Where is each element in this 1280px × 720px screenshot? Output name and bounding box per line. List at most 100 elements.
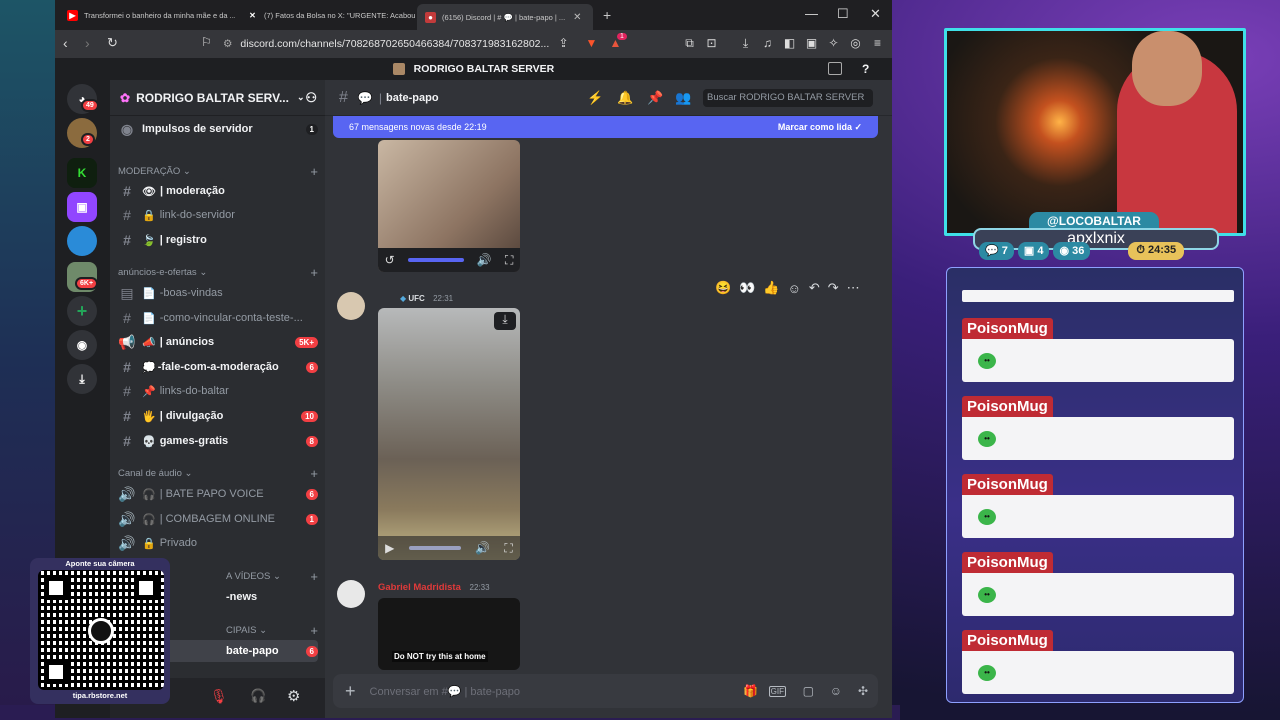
- back-icon[interactable]: ‹: [63, 35, 68, 51]
- progress-bar[interactable]: [408, 546, 461, 550]
- site-info-icon[interactable]: ⚙: [223, 38, 232, 50]
- avatar[interactable]: [337, 292, 365, 320]
- category-moderacao[interactable]: MODERAÇÃO ⌄ +: [118, 164, 318, 179]
- add-attachment-icon[interactable]: +: [345, 681, 356, 702]
- replay-icon[interactable]: ↺: [385, 253, 395, 267]
- sticker-icon[interactable]: ▢: [803, 684, 814, 698]
- boost-item[interactable]: ◉ Impulsos de servidor 1: [118, 118, 318, 140]
- explore-icon[interactable]: ◉: [67, 330, 97, 360]
- close-tab-icon[interactable]: ✕: [573, 12, 581, 23]
- reply-icon[interactable]: ↶: [809, 280, 820, 296]
- download-icon[interactable]: ⤓: [739, 37, 752, 50]
- pin-icon[interactable]: 📌: [647, 90, 663, 106]
- channel-anuncios[interactable]: 📢 📣 | anúncios 5K+: [118, 331, 318, 353]
- channel-fale-com-a-moderacao[interactable]: # 💭 -fale-com-a-moderação 6: [118, 356, 318, 378]
- tab-x[interactable]: ✕ (7) Fatos da Bolsa no X: "URGENTE: Aca…: [239, 4, 415, 26]
- volume-icon[interactable]: 🔊: [475, 541, 490, 555]
- bell-icon[interactable]: 🔔: [617, 90, 633, 106]
- avatar[interactable]: [337, 580, 365, 608]
- channel-boas-vindas[interactable]: ▤ 📄 -boas-vindas: [118, 282, 318, 304]
- bookmark-icon[interactable]: ⚐: [201, 35, 212, 49]
- help-icon[interactable]: ?: [862, 58, 869, 80]
- threads-icon[interactable]: ⚡: [587, 90, 603, 106]
- menu-icon[interactable]: ≡: [871, 37, 884, 50]
- category-principais[interactable]: CIPAIS ⌄ +: [226, 623, 318, 638]
- tab-youtube[interactable]: ▶ Transformei o banheiro da minha mãe e …: [59, 4, 235, 26]
- category-anuncios[interactable]: anúncios-e-ofertas ⌄ +: [118, 265, 318, 280]
- channel-links-do-baltar[interactable]: # 📌 links-do-baltar: [118, 380, 318, 402]
- progress-bar[interactable]: [407, 258, 464, 262]
- reload-icon[interactable]: ↻: [107, 35, 118, 51]
- extensions-icon[interactable]: ⧉: [683, 37, 696, 50]
- brave-shield-icon[interactable]: ▼: [585, 37, 598, 50]
- video-attachment[interactable]: ↺ 🔊 ⛶: [378, 140, 520, 272]
- voice-bate-papo[interactable]: 🔊 🎧 | BATE PAPO VOICE 6: [118, 483, 318, 505]
- reaction-laugh[interactable]: 😆: [715, 280, 731, 296]
- video-attachment[interactable]: ⤓ ▶ 🔊 ⛶: [378, 308, 520, 560]
- sidebar-icon[interactable]: ◧: [783, 37, 796, 50]
- channel-como-vincular[interactable]: # 📄 -como-vincular-conta-teste-...: [118, 307, 318, 329]
- vpn-icon[interactable]: ◎: [849, 37, 862, 50]
- twitch-server-icon[interactable]: ▣: [67, 192, 97, 222]
- reaction-thumbsup[interactable]: 👍: [763, 280, 779, 296]
- video-attachment[interactable]: Do NOT try this at home: [378, 598, 520, 670]
- voice-privado[interactable]: 🔊 🔒 Privado: [118, 532, 318, 554]
- maximize-icon[interactable]: ☐: [837, 6, 849, 22]
- category-audio[interactable]: Canal de áudio ⌄ +: [118, 466, 318, 481]
- add-channel-icon[interactable]: +: [310, 164, 318, 179]
- emoji-icon[interactable]: ☺: [830, 684, 842, 698]
- volume-icon[interactable]: 🔊: [477, 253, 492, 267]
- wallet-icon[interactable]: ▣: [805, 37, 818, 50]
- download-apps-icon[interactable]: ⤓: [67, 364, 97, 394]
- invite-icon[interactable]: ⚇: [305, 90, 317, 106]
- fullscreen-icon[interactable]: ⛶: [504, 541, 512, 556]
- server-icon[interactable]: [67, 226, 97, 256]
- kick-server-icon[interactable]: K: [67, 158, 97, 188]
- mark-read-button[interactable]: Marcar como lida ✓: [778, 122, 862, 133]
- channel-news[interactable]: -news: [226, 586, 318, 608]
- gift-icon[interactable]: 🎁: [743, 684, 758, 698]
- channel-divulgacao[interactable]: # 🖐 | divulgação 10: [118, 405, 318, 427]
- forward-icon[interactable]: ›: [85, 35, 90, 51]
- new-messages-bar[interactable]: 67 mensagens novas desde 22:19 Marcar co…: [333, 116, 878, 138]
- message-composer[interactable]: + Conversar em #💬 | bate-papo 🎁 GIF ▢ ☺ …: [333, 674, 878, 708]
- add-channel-icon[interactable]: +: [310, 569, 318, 584]
- more-icon[interactable]: ⋯: [847, 280, 860, 296]
- media-icon[interactable]: ♫: [761, 37, 774, 50]
- inbox-icon[interactable]: [828, 62, 842, 75]
- fullscreen-icon[interactable]: ⛶: [505, 253, 513, 268]
- apps-icon[interactable]: ✣: [858, 684, 868, 698]
- voice-combagem[interactable]: 🔊 🎧 | COMBAGEM ONLINE 1: [118, 508, 318, 530]
- channel-moderacao[interactable]: # 👁 | moderação: [118, 180, 318, 202]
- channel-link-do-servidor[interactable]: # 🔒 link-do-servidor: [118, 204, 318, 226]
- add-channel-icon[interactable]: +: [310, 265, 318, 280]
- category-videos[interactable]: A VÍDEOS ⌄ +: [226, 569, 318, 584]
- play-icon[interactable]: ▶: [385, 541, 394, 555]
- deafen-icon[interactable]: 🎧: [250, 688, 266, 704]
- gif-icon[interactable]: GIF: [768, 685, 786, 697]
- author-name[interactable]: Gabriel Madridista: [378, 582, 461, 593]
- new-tab-button[interactable]: +: [595, 4, 619, 26]
- members-icon[interactable]: 👥: [675, 90, 691, 106]
- server-header[interactable]: ✿ RODRIGO BALTAR SERV... ⌄ ⚇: [110, 80, 325, 116]
- add-reaction-icon[interactable]: ☺: [788, 281, 801, 296]
- search-input[interactable]: Buscar RODRIGO BALTAR SERVER: [703, 89, 873, 107]
- minimize-icon[interactable]: —: [805, 6, 818, 21]
- message-input[interactable]: Conversar em #💬 | bate-papo: [370, 685, 520, 698]
- screenshot-icon[interactable]: ⊡: [705, 37, 718, 50]
- mute-icon[interactable]: 🎙: [210, 688, 228, 705]
- settings-gear-icon[interactable]: ⚙: [287, 687, 300, 705]
- reaction-eyes[interactable]: 👀: [739, 280, 755, 296]
- add-channel-icon[interactable]: +: [310, 466, 318, 481]
- add-channel-icon[interactable]: +: [310, 623, 318, 638]
- url-field[interactable]: ⚙ discord.com/channels/70826870265046638…: [223, 34, 633, 54]
- forward-icon[interactable]: ↷: [828, 280, 839, 296]
- download-icon[interactable]: ⤓: [494, 312, 516, 330]
- share-icon[interactable]: ⇪: [557, 37, 570, 50]
- channel-registro[interactable]: # 🍃 | registro: [118, 229, 318, 251]
- add-server-icon[interactable]: +: [67, 296, 97, 326]
- channel-games-gratis[interactable]: # 💀 games-gratis 8: [118, 430, 318, 452]
- leo-icon[interactable]: ✧: [827, 37, 840, 50]
- close-window-icon[interactable]: ✕: [870, 6, 881, 22]
- tab-discord[interactable]: ● (6156) Discord | # 💬 | bate-papo | ...…: [417, 4, 593, 30]
